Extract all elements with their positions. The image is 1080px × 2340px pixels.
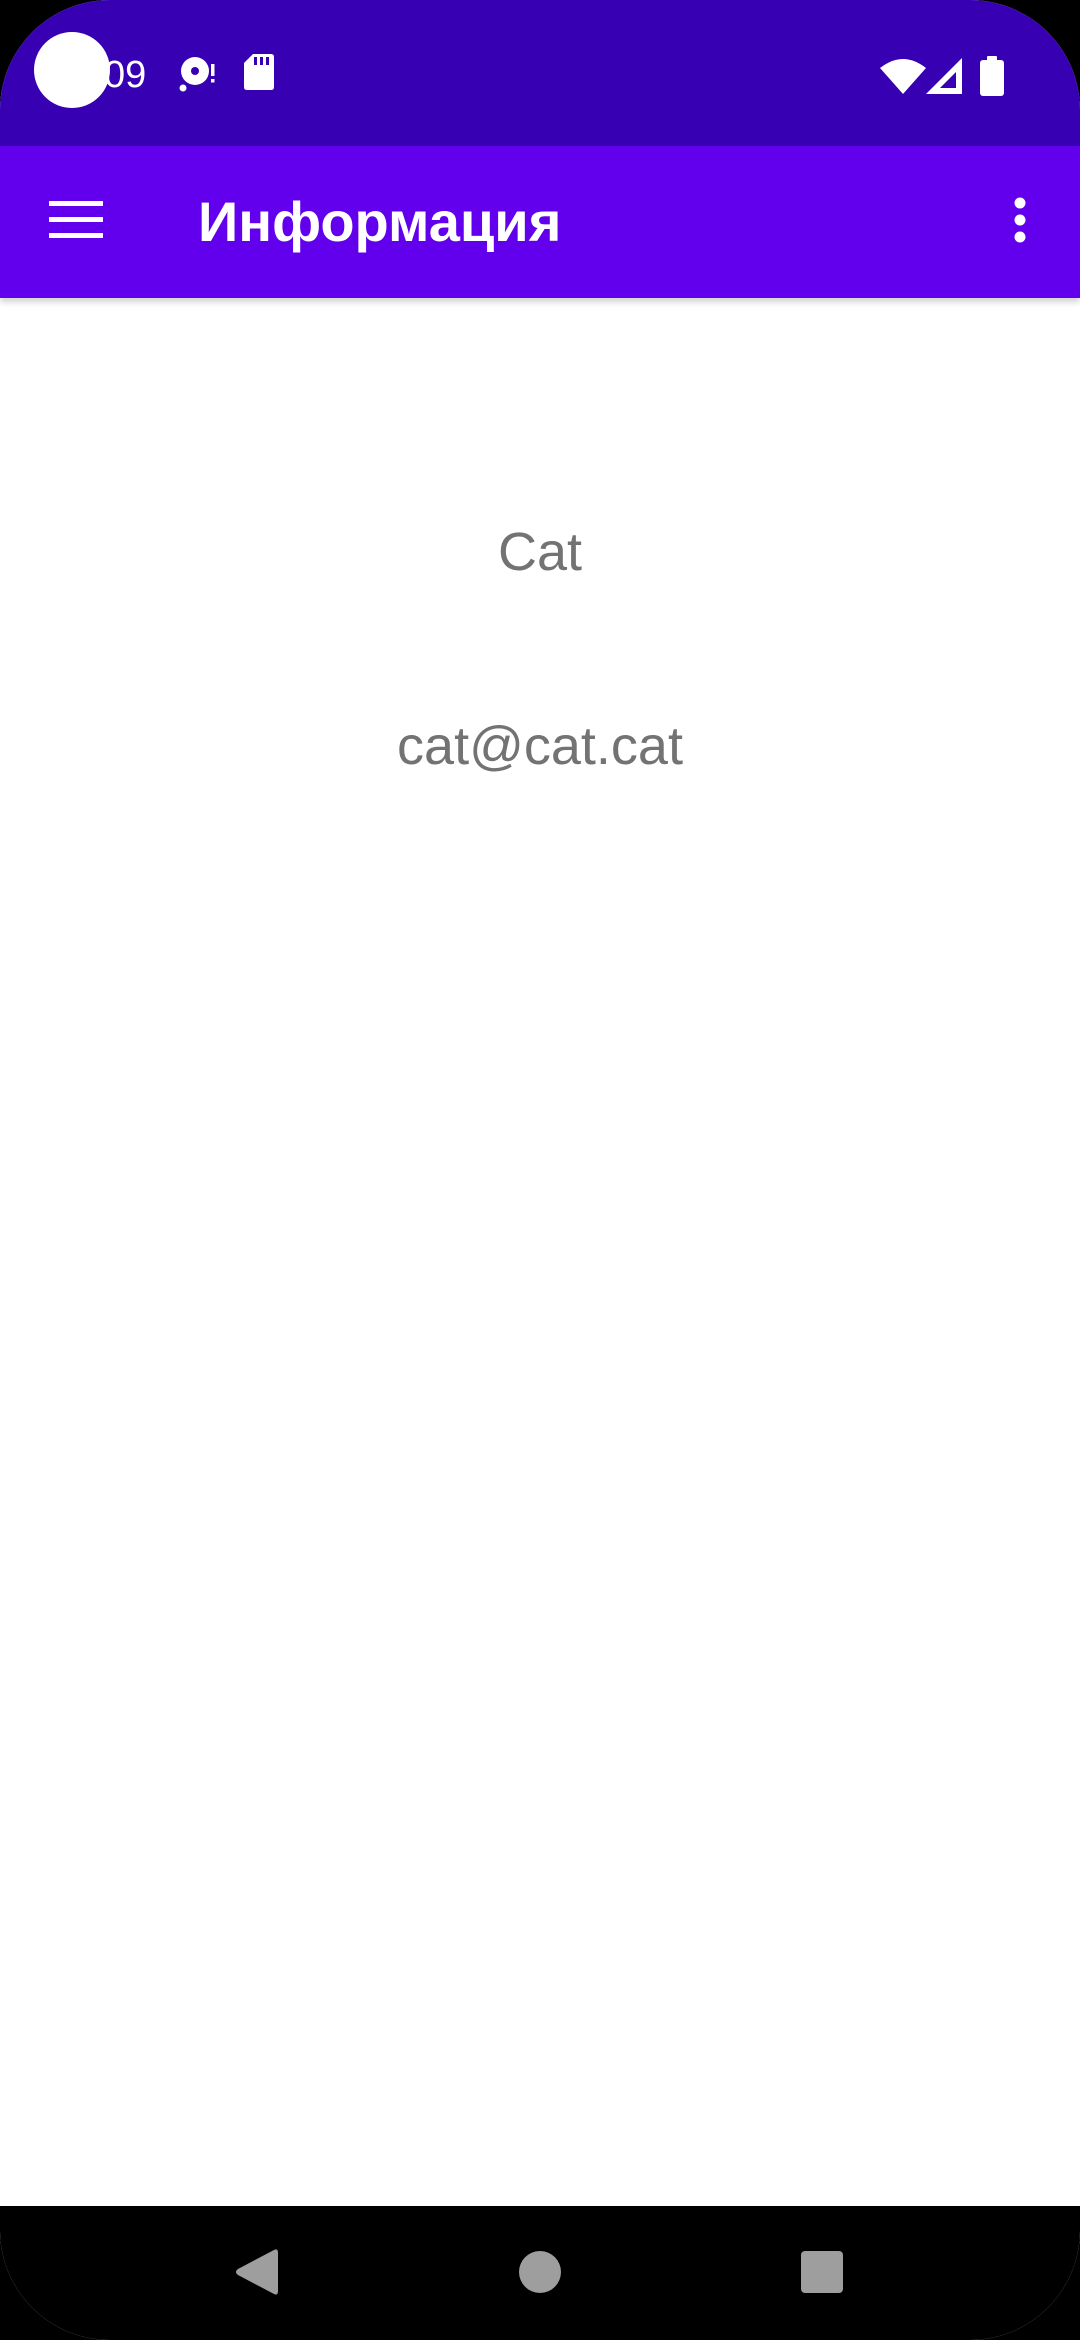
status-time: 09 (104, 54, 147, 96)
status-bar: 09 (0, 0, 1080, 146)
navigation-bar (0, 2206, 1080, 2340)
cell-signal-icon (926, 58, 962, 94)
recents-icon (801, 2250, 843, 2298)
hamburger-menu-icon (49, 200, 103, 244)
page-title: Информация (198, 190, 562, 253)
user-email: cat@cat.cat (397, 716, 683, 776)
home-button[interactable] (508, 2242, 572, 2306)
phone-screen: 09 Информация Cat cat@cat.cat (0, 0, 1080, 2340)
home-icon (518, 2250, 562, 2299)
back-button[interactable] (224, 2242, 288, 2306)
wifi-icon (880, 58, 926, 94)
back-icon (234, 2248, 278, 2301)
sd-card-icon (244, 54, 274, 90)
recents-button[interactable] (790, 2242, 854, 2306)
overflow-menu-button[interactable] (990, 180, 1050, 264)
battery-icon (980, 56, 1004, 96)
disc-alert-icon (178, 54, 218, 94)
user-name: Cat (497, 522, 583, 582)
more-vertical-icon (1013, 197, 1027, 248)
camera-cutout (34, 32, 110, 108)
app-bar: Информация (0, 146, 1080, 298)
menu-button[interactable] (28, 180, 124, 264)
